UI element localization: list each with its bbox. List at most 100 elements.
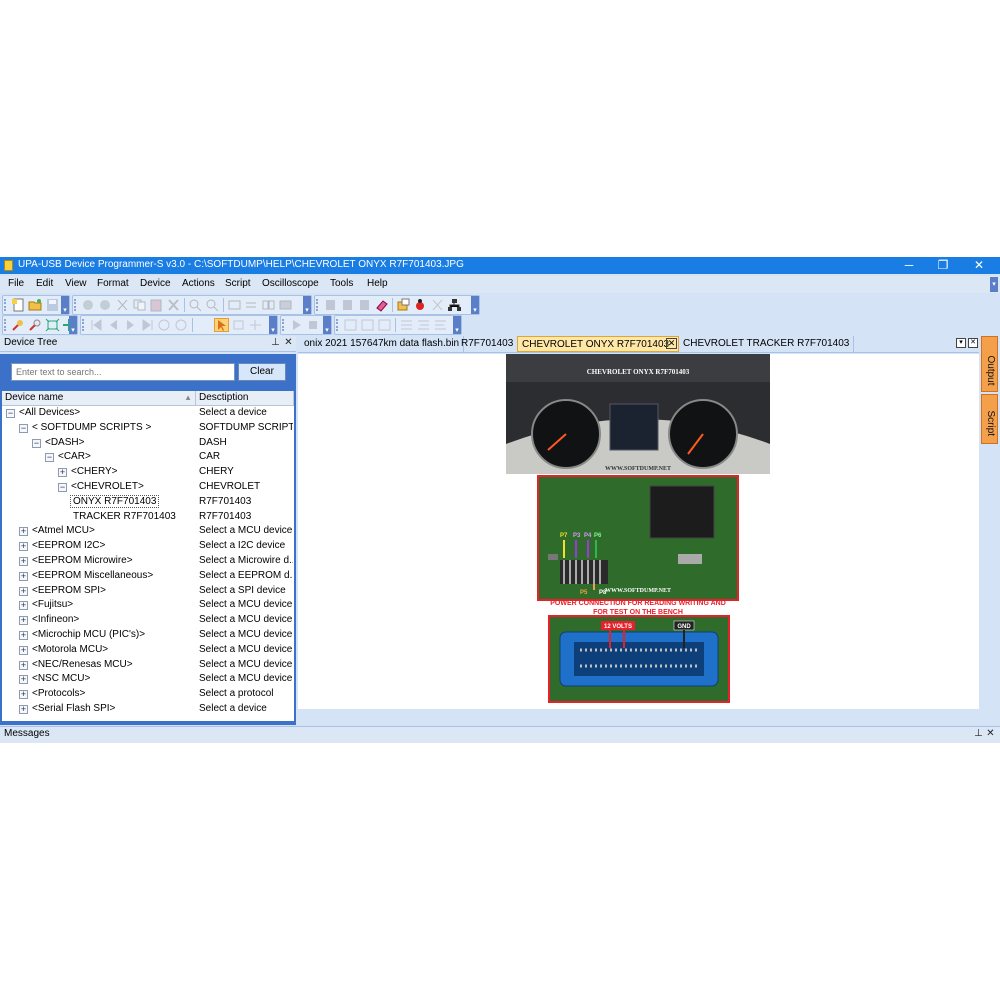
previous-page-icon[interactable] [106, 318, 121, 332]
toolbar-grip-icon[interactable] [82, 319, 87, 331]
undo-icon[interactable] [81, 298, 96, 312]
stop-run-icon[interactable] [306, 318, 321, 332]
copy-icon[interactable] [132, 298, 147, 312]
menubar-overflow-icon[interactable]: ▾ [990, 277, 998, 292]
menu-format[interactable]: Format [97, 278, 129, 289]
tree-row[interactable]: + <Microchip MCU (PIC's)> Select a MCU dev… [2, 628, 294, 643]
toolbar-overflow-icon[interactable]: ▾ [269, 316, 277, 334]
delete-icon[interactable] [166, 298, 181, 312]
resize-icon[interactable] [248, 318, 263, 332]
tree-row[interactable]: + <NEC/Renesas MCU> Select a MCU device [2, 658, 294, 673]
expand-icon[interactable]: + [58, 468, 67, 478]
erase-icon[interactable] [374, 298, 389, 312]
pin-icon[interactable]: ⊥ [270, 336, 281, 350]
menu-actions[interactable]: Actions [182, 278, 215, 289]
column-header-name[interactable]: Device name ▲ [2, 391, 196, 406]
minimize-button[interactable]: ─ [892, 257, 926, 274]
side-tab-script[interactable]: Script [981, 394, 998, 444]
network-icon[interactable] [447, 298, 462, 312]
find-next-icon[interactable] [205, 298, 220, 312]
tree-row[interactable]: − <All Devices> Select a device [2, 406, 294, 421]
next-page-icon[interactable] [123, 318, 138, 332]
tree-row[interactable]: + <Serial Flash SPI> Select a device [2, 702, 294, 717]
expand-icon[interactable]: + [19, 586, 28, 596]
verify-icon[interactable] [357, 298, 372, 312]
tree-row[interactable]: TRACKER R7F701403 R7F701403 [2, 510, 294, 525]
fill-icon[interactable] [278, 298, 293, 312]
redo-icon[interactable] [98, 298, 113, 312]
menu-view[interactable]: View [65, 278, 87, 289]
close-panel-icon[interactable]: ✕ [283, 336, 294, 350]
tree-row[interactable]: + <Motorola MCU> Select a MCU device [2, 643, 294, 658]
toolbar-grip-icon[interactable] [74, 299, 79, 311]
debug-bug-icon[interactable] [413, 298, 428, 312]
menu-tools[interactable]: Tools [330, 278, 353, 289]
expand-icon[interactable]: + [19, 527, 28, 537]
maximize-button[interactable]: ❐ [926, 257, 960, 274]
list-icon[interactable] [399, 318, 414, 332]
tree-row[interactable]: + <Atmel MCU> Select a MCU device [2, 524, 294, 539]
expand-icon[interactable]: + [19, 675, 28, 685]
zoom-in-icon[interactable] [11, 318, 26, 332]
close-document-icon[interactable]: ✕ [968, 338, 978, 348]
close-panel-icon[interactable]: ✕ [985, 727, 996, 741]
toolbar-grip-icon[interactable] [4, 319, 9, 331]
paste-icon[interactable] [149, 298, 164, 312]
column-header-description[interactable]: Desctiption [196, 391, 294, 406]
collapse-icon[interactable]: − [6, 409, 15, 418]
device-settings-icon[interactable] [396, 298, 411, 312]
replace-icon[interactable] [244, 298, 259, 312]
tab-list-icon[interactable]: ▾ [956, 338, 966, 348]
select-tool-icon[interactable] [214, 318, 229, 332]
align-left-icon[interactable] [343, 318, 358, 332]
toolbar-overflow-icon[interactable]: ▾ [303, 296, 311, 314]
tree-row[interactable]: + <CHERY> CHERY [2, 465, 294, 480]
side-tab-output[interactable]: Output [981, 336, 998, 392]
toolbar-overflow-icon[interactable]: ▾ [323, 316, 331, 334]
close-window-button[interactable]: ✕ [962, 257, 996, 274]
expand-icon[interactable]: + [19, 690, 28, 700]
expand-icon[interactable]: + [19, 631, 28, 640]
expand-icon[interactable]: + [19, 705, 28, 714]
tree-row[interactable]: + <EEPROM Microwire> Select a Microwire d.… [2, 554, 294, 569]
toolbar-grip-icon[interactable] [4, 299, 9, 311]
tree-row[interactable]: + <Fujitsu> Select a MCU device [2, 598, 294, 613]
tree-row[interactable]: − < SOFTDUMP SCRIPTS > SOFTDUMP SCRIPTS [2, 421, 294, 436]
expand-icon[interactable]: + [19, 601, 28, 611]
list-outdent-icon[interactable] [433, 318, 448, 332]
menu-device[interactable]: Device [140, 278, 171, 289]
tab-chevrolet-tracker[interactable]: CHEVROLET TRACKER R7F701403 [679, 336, 855, 352]
collapse-icon[interactable]: − [58, 483, 67, 492]
tree-row[interactable]: + <EEPROM I2C> Select a I2C device [2, 539, 294, 554]
expand-icon[interactable]: + [19, 542, 28, 552]
collapse-icon[interactable]: − [19, 423, 28, 433]
tree-row[interactable]: ONYX R7F701403 R7F701403 [2, 494, 294, 510]
tree-row[interactable]: + <Protocols> Select a protocol [2, 687, 294, 702]
horizontal-scrollbar[interactable] [298, 709, 979, 725]
fit-to-window-icon[interactable] [45, 318, 60, 332]
expand-icon[interactable]: + [19, 645, 28, 655]
goto-icon[interactable] [227, 298, 242, 312]
expand-icon[interactable]: + [19, 557, 28, 566]
open-folder-icon[interactable] [28, 298, 43, 312]
tree-row[interactable]: + <EEPROM Miscellaneous> Select a EEPROM d… [2, 569, 294, 584]
toolbar-grip-icon[interactable] [316, 299, 321, 311]
save-icon[interactable] [45, 298, 60, 312]
read-chip-icon[interactable] [323, 298, 338, 312]
run-icon[interactable] [289, 318, 304, 332]
find-icon[interactable] [188, 298, 203, 312]
toolbar-grip-icon[interactable] [336, 319, 341, 331]
menu-script[interactable]: Script [225, 278, 251, 289]
menu-file[interactable]: File [8, 278, 24, 289]
align-center-icon[interactable] [360, 318, 375, 332]
menu-edit[interactable]: Edit [36, 278, 53, 289]
clear-button[interactable]: Clear [238, 363, 286, 381]
tree-row[interactable]: − <CHEVROLET> CHEVROLET [2, 480, 294, 495]
menu-help[interactable]: Help [367, 278, 388, 289]
align-right-icon[interactable] [377, 318, 392, 332]
tree-row[interactable]: + <NSC MCU> Select a MCU device [2, 672, 294, 687]
compare-icon[interactable] [261, 298, 276, 312]
toolbar-overflow-icon[interactable]: ▾ [453, 316, 461, 334]
rotate-left-icon[interactable] [157, 318, 172, 332]
expand-icon[interactable]: + [19, 660, 28, 670]
